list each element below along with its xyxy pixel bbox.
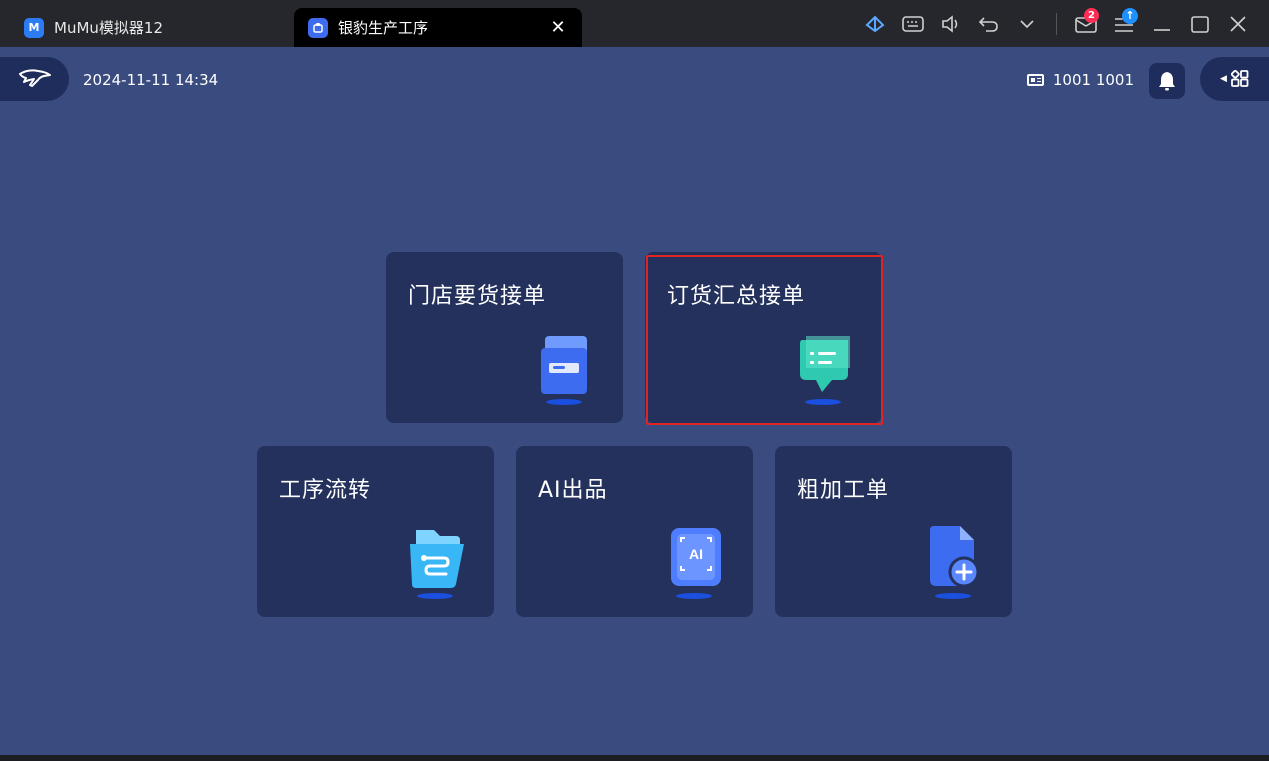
id-card-icon <box>1026 74 1044 86</box>
menu-card-process-flow[interactable]: 工序流转 <box>257 446 494 617</box>
toolbar-divider <box>1056 12 1057 35</box>
svg-text:AI: AI <box>689 546 703 562</box>
menu-card-store-order[interactable]: 门店要货接单 <box>386 252 623 423</box>
notification-button[interactable] <box>1149 63 1185 99</box>
minimize-icon[interactable] <box>1143 5 1181 43</box>
rough-processing-icon <box>930 526 980 599</box>
user-label: 1001 1001 <box>1052 71 1134 89</box>
volume-icon[interactable] <box>932 5 970 43</box>
ai-output-icon: AI <box>671 528 721 599</box>
maximize-icon[interactable] <box>1181 5 1219 43</box>
bell-icon <box>1159 72 1175 91</box>
tab-label: 银豹生产工序 <box>338 19 429 37</box>
game-mode-icon[interactable] <box>856 5 894 43</box>
card-title: 工序流转 <box>279 478 372 503</box>
mail-icon[interactable]: 2 <box>1067 5 1105 43</box>
tab-label: MuMu模拟器12 <box>54 19 163 37</box>
process-flow-icon <box>410 530 464 599</box>
card-title: AI出品 <box>538 478 608 503</box>
titlebar-toolbar: 2 ↑ <box>856 0 1269 47</box>
close-icon[interactable]: ✕ <box>548 17 568 38</box>
card-title: 订货汇总接单 <box>667 284 806 309</box>
menu-card-ai-output[interactable]: AI出品 AI <box>516 446 753 617</box>
tab-mumu-home[interactable]: M MuMu模拟器12 <box>12 8 282 47</box>
mail-badge: 2 <box>1084 7 1099 23</box>
update-badge: ↑ <box>1122 7 1138 24</box>
menu-icon[interactable]: ↑ <box>1105 5 1143 43</box>
app-logo-button[interactable] <box>0 57 69 101</box>
menu-card-rough-processing[interactable]: 粗加工单 <box>775 446 1012 617</box>
emulator-titlebar: M MuMu模拟器12 银豹生产工序 ✕ 2 ↑ <box>0 0 1269 47</box>
close-window-icon[interactable] <box>1219 5 1257 43</box>
keyboard-icon[interactable] <box>894 5 932 43</box>
caret-left-icon: ◀ <box>1220 74 1227 84</box>
card-title: 门店要货接单 <box>408 284 547 309</box>
back-arrow-icon[interactable] <box>970 5 1008 43</box>
app-logo-icon <box>308 17 328 38</box>
card-title: 粗加工单 <box>797 478 890 503</box>
user-info[interactable]: 1001 1001 <box>1026 71 1134 89</box>
order-summary-icon <box>800 336 850 405</box>
leopard-logo-icon <box>18 69 51 87</box>
tab-app-active[interactable]: 银豹生产工序 ✕ <box>294 8 582 47</box>
datetime-display: 2024-11-11 14:34 <box>83 71 219 89</box>
apps-menu-button[interactable]: ◀ <box>1200 57 1269 101</box>
app-screen: 2024-11-11 14:34 1001 1001 ◀ 门店要货接单 订货汇总… <box>0 47 1269 755</box>
bottom-strip <box>0 755 1269 761</box>
menu-card-order-summary[interactable]: 订货汇总接单 <box>645 252 883 425</box>
grid-icon <box>1230 70 1249 87</box>
mumu-logo-icon: M <box>24 17 44 38</box>
chevron-down-icon[interactable] <box>1008 5 1046 43</box>
store-order-icon <box>541 336 587 405</box>
